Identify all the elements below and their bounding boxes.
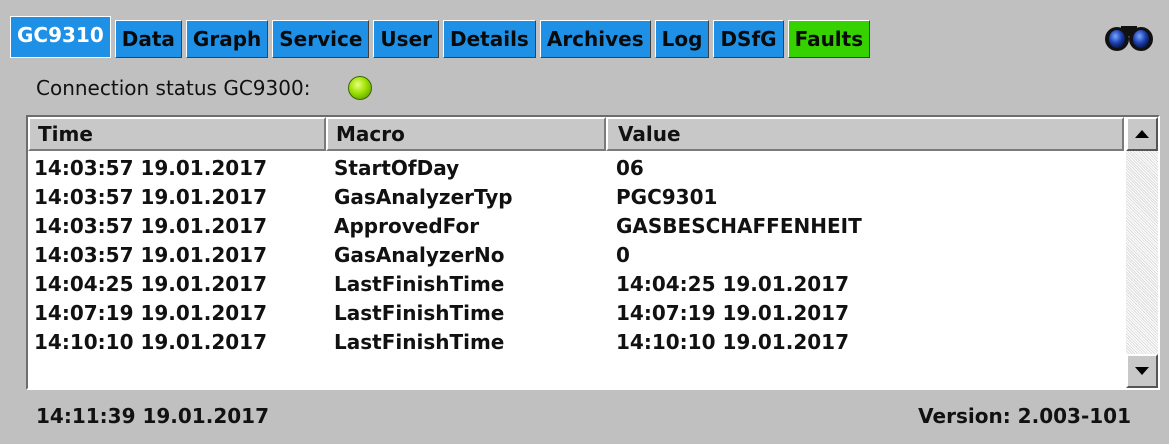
arrow-up-icon [1135,130,1149,138]
table-row[interactable]: 14:10:10 19.01.2017 LastFinishTime 14:10… [28,327,1124,356]
table-row[interactable]: 14:03:57 19.01.2017 StartOfDay 06 [28,153,1124,182]
row-value: PGC9301 [616,184,718,209]
row-value: 14:04:25 19.01.2017 [616,271,849,296]
row-macro: LastFinishTime [334,300,505,325]
row-value: 14:10:10 19.01.2017 [616,329,849,354]
table-row[interactable]: 14:03:57 19.01.2017 ApprovedFor GASBESCH… [28,211,1124,240]
row-macro: LastFinishTime [334,271,505,296]
row-time: 14:03:57 19.01.2017 [34,184,267,209]
row-time: 14:04:25 19.01.2017 [34,271,267,296]
row-value: GASBESCHAFFENHEIT [616,213,862,238]
binoculars-icon[interactable] [1103,20,1155,52]
connection-led-icon [348,76,373,100]
row-macro: GasAnalyzerTyp [334,184,513,209]
column-header-value[interactable]: Value [606,117,1124,151]
tab-details[interactable]: Details [443,20,536,58]
tab-service[interactable]: Service [272,20,370,58]
tab-graph[interactable]: Graph [185,20,269,58]
scroll-down-button[interactable] [1126,354,1158,388]
column-header-macro[interactable]: Macro [326,117,606,151]
tab-data[interactable]: Data [114,20,182,58]
row-macro: GasAnalyzerNo [334,242,505,267]
table-row[interactable]: 14:04:25 19.01.2017 LastFinishTime 14:04… [28,269,1124,298]
tab-gc9310[interactable]: GC9310 [10,16,111,58]
connection-status-label: Connection status GC9300: [36,76,311,100]
status-version: Version: 2.003-101 [918,404,1131,428]
tab-dsfg[interactable]: DSfG [713,20,784,58]
row-time: 14:10:10 19.01.2017 [34,329,267,354]
row-value: 0 [616,242,630,267]
column-header-time[interactable]: Time [28,117,326,151]
row-value: 06 [616,155,644,180]
row-time: 14:03:57 19.01.2017 [34,242,267,267]
row-time: 14:03:57 19.01.2017 [34,213,267,238]
row-value: 14:07:19 19.01.2017 [616,300,849,325]
row-macro: StartOfDay [334,155,460,180]
row-time: 14:07:19 19.01.2017 [34,300,267,325]
table-row[interactable]: 14:03:57 19.01.2017 GasAnalyzerNo 0 [28,240,1124,269]
row-time: 14:03:57 19.01.2017 [34,155,267,180]
tab-user[interactable]: User [373,20,439,58]
vertical-scrollbar[interactable] [1126,117,1158,388]
row-macro: ApprovedFor [334,213,480,238]
tab-log[interactable]: Log [654,20,710,58]
tab-bar: GC9310 Data Graph Service User Details A… [10,16,871,58]
table-row[interactable]: 14:03:57 19.01.2017 GasAnalyzerTyp PGC93… [28,182,1124,211]
tab-faults[interactable]: Faults [787,20,871,58]
status-datetime: 14:11:39 19.01.2017 [36,404,269,428]
tab-archives[interactable]: Archives [539,20,651,58]
arrow-down-icon [1135,367,1149,375]
list-header: Time Macro Value [28,117,1124,151]
row-macro: LastFinishTime [334,329,505,354]
connection-status-row: Connection status GC9300: [36,72,373,104]
macro-list[interactable]: Time Macro Value 14:03:57 19.01.2017 Sta… [26,115,1160,390]
list-rows: 14:03:57 19.01.2017 StartOfDay 06 14:03:… [28,153,1124,356]
scroll-up-button[interactable] [1126,117,1158,151]
table-row[interactable]: 14:07:19 19.01.2017 LastFinishTime 14:07… [28,298,1124,327]
